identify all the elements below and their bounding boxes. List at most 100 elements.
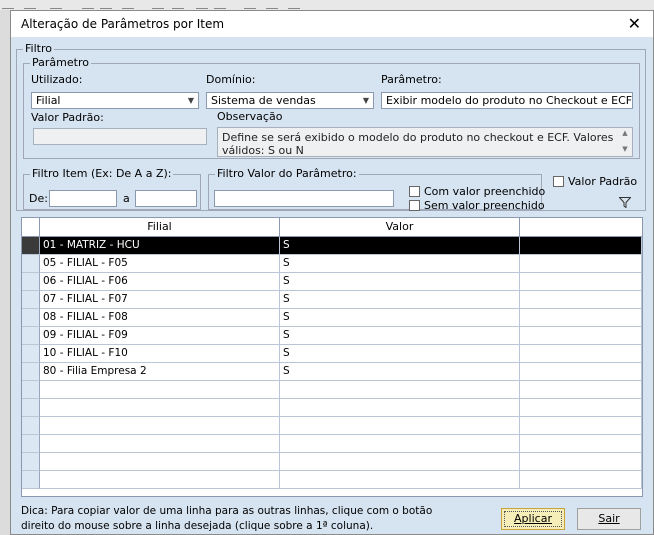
row-indicator[interactable] <box>22 327 40 345</box>
table-row[interactable] <box>22 435 642 453</box>
com-valor-checkbox[interactable] <box>409 186 420 197</box>
row-indicator[interactable] <box>22 363 40 381</box>
cell-filial[interactable] <box>40 417 280 435</box>
toolbar-icon[interactable] <box>24 0 36 9</box>
cell-valor[interactable]: S <box>280 327 520 345</box>
sair-button[interactable]: Sair <box>577 508 641 530</box>
cell-valor[interactable]: S <box>280 363 520 381</box>
items-grid[interactable]: Filial Valor 01 - MATRIZ - HCU S 05 - FILI… <box>21 217 643 497</box>
observacao-label: Observação <box>217 110 283 123</box>
row-indicator[interactable] <box>22 237 40 255</box>
toolbar-icon[interactable] <box>50 0 62 9</box>
row-indicator[interactable] <box>22 453 40 471</box>
cell-filial[interactable]: 10 - FILIAL - F10 <box>40 345 280 363</box>
cell-valor[interactable]: S <box>280 255 520 273</box>
cell-filial[interactable] <box>40 471 280 489</box>
cell-valor[interactable] <box>280 381 520 399</box>
title-bar[interactable]: Alteração de Parâmetros por Item ✕ <box>11 11 653 37</box>
cell-valor[interactable] <box>280 399 520 417</box>
dominio-select[interactable]: Sistema de vendas ▼ <box>206 92 374 109</box>
row-indicator[interactable] <box>22 381 40 399</box>
cell-valor[interactable]: S <box>280 273 520 291</box>
cell-filial[interactable] <box>40 399 280 417</box>
filter-icon[interactable] <box>619 197 631 208</box>
column-header-filial[interactable]: Filial <box>40 218 280 236</box>
toolbar-icon[interactable] <box>214 0 226 9</box>
observacao-box[interactable]: Define se será exibido o modelo do produ… <box>217 127 633 157</box>
toolbar-icon[interactable] <box>82 0 94 9</box>
chevron-down-icon[interactable]: ▼ <box>360 94 372 107</box>
table-row[interactable]: 10 - FILIAL - F10 S <box>22 345 642 363</box>
de-input[interactable] <box>49 190 117 207</box>
sem-valor-checkbox[interactable] <box>409 200 420 211</box>
cell-filial[interactable]: 08 - FILIAL - F08 <box>40 309 280 327</box>
cell-valor[interactable]: S <box>280 291 520 309</box>
scrollbar[interactable]: ▲ ▼ <box>619 129 631 155</box>
table-row[interactable]: 09 - FILIAL - F09 S <box>22 327 642 345</box>
cell-filial[interactable] <box>40 435 280 453</box>
table-row[interactable]: 08 - FILIAL - F08 S <box>22 309 642 327</box>
cell-filial[interactable] <box>40 381 280 399</box>
toolbar-icon[interactable] <box>172 0 184 9</box>
row-indicator[interactable] <box>22 309 40 327</box>
toolbar-icon[interactable] <box>152 0 164 9</box>
column-header-valor[interactable]: Valor <box>280 218 520 236</box>
toolbar-icon[interactable] <box>288 0 300 9</box>
cell-empty <box>520 273 642 291</box>
row-indicator[interactable] <box>22 345 40 363</box>
table-row[interactable]: 01 - MATRIZ - HCU S <box>22 237 642 255</box>
cell-filial[interactable]: 80 - Filia Empresa 2 <box>40 363 280 381</box>
chevron-down-icon[interactable]: ▼ <box>185 94 197 107</box>
utilizado-label: Utilizado: <box>31 73 83 86</box>
toolbar-icon[interactable] <box>122 0 134 9</box>
cell-valor[interactable]: S <box>280 345 520 363</box>
row-indicator[interactable] <box>22 273 40 291</box>
cell-valor[interactable] <box>280 471 520 489</box>
cell-empty <box>520 471 642 489</box>
valor-padrao-checkbox[interactable] <box>553 176 564 187</box>
row-indicator[interactable] <box>22 291 40 309</box>
a-input[interactable] <box>135 190 197 207</box>
cell-filial[interactable]: 07 - FILIAL - F07 <box>40 291 280 309</box>
cell-filial[interactable]: 05 - FILIAL - F05 <box>40 255 280 273</box>
close-icon[interactable]: ✕ <box>628 14 641 33</box>
filtro-valor-input[interactable] <box>214 190 394 207</box>
toolbar-icon[interactable] <box>100 0 112 9</box>
cell-filial[interactable] <box>40 453 280 471</box>
aplicar-button[interactable]: Aplicar <box>501 508 565 530</box>
cell-filial[interactable]: 09 - FILIAL - F09 <box>40 327 280 345</box>
table-row[interactable] <box>22 381 642 399</box>
table-row[interactable]: 80 - Filia Empresa 2S <box>22 363 642 381</box>
cell-valor[interactable] <box>280 453 520 471</box>
toolbar-icon[interactable] <box>266 0 278 9</box>
cell-empty <box>520 381 642 399</box>
parametro-label: Parâmetro: <box>381 73 442 86</box>
table-row[interactable] <box>22 399 642 417</box>
cell-valor[interactable]: S <box>280 237 520 255</box>
cell-valor[interactable] <box>280 417 520 435</box>
table-row[interactable] <box>22 417 642 435</box>
table-row[interactable]: 05 - FILIAL - F05 S <box>22 255 642 273</box>
cell-valor[interactable]: S <box>280 309 520 327</box>
row-indicator[interactable] <box>22 417 40 435</box>
row-indicator[interactable] <box>22 435 40 453</box>
window-title: Alteração de Parâmetros por Item <box>21 17 225 31</box>
cell-valor[interactable] <box>280 435 520 453</box>
header-indicator <box>22 218 40 236</box>
row-indicator[interactable] <box>22 255 40 273</box>
toolbar-icon[interactable] <box>196 0 208 9</box>
row-indicator[interactable] <box>22 399 40 417</box>
tip-text: Dica: Para copiar valor de uma linha par… <box>21 504 432 534</box>
cell-filial[interactable]: 06 - FILIAL - F06 <box>40 273 280 291</box>
cell-filial[interactable]: 01 - MATRIZ - HCU <box>40 237 280 255</box>
row-indicator[interactable] <box>22 471 40 489</box>
table-row[interactable] <box>22 453 642 471</box>
parametro-field[interactable]: Exibir modelo do produto no Checkout e E… <box>381 92 633 109</box>
table-row[interactable]: 06 - FILIAL - F06 S <box>22 273 642 291</box>
table-row[interactable]: 07 - FILIAL - F07 S <box>22 291 642 309</box>
tip-line-2: direito do mouse sobre a linha desejada … <box>21 520 374 532</box>
table-row[interactable] <box>22 471 642 489</box>
utilizado-select[interactable]: Filial ▼ <box>31 92 199 109</box>
toolbar-icon[interactable] <box>244 0 256 9</box>
toolbar-icon[interactable] <box>2 0 14 9</box>
